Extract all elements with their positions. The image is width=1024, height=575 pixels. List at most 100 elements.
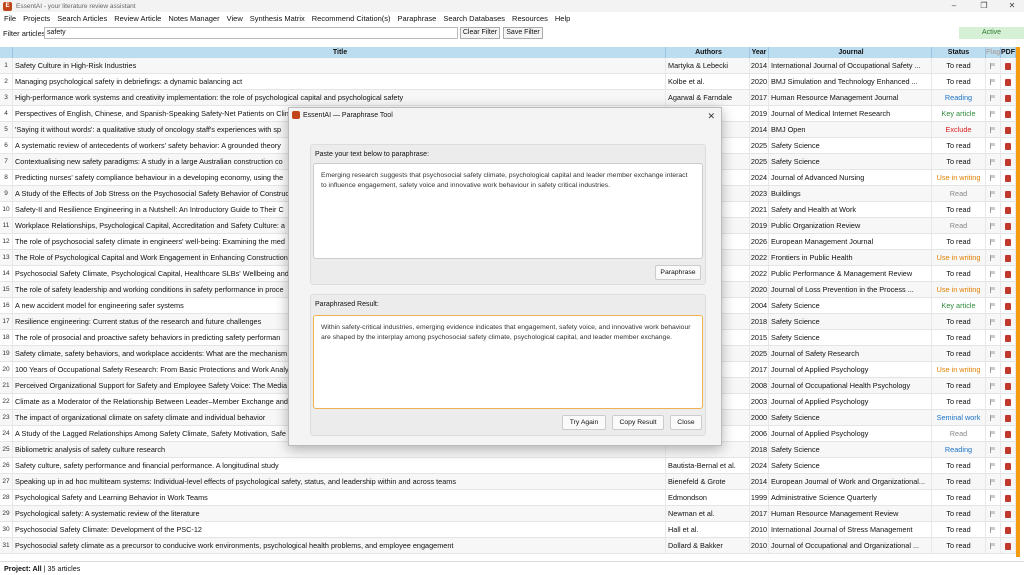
row-flag[interactable] bbox=[986, 506, 1001, 521]
row-pdf[interactable] bbox=[1001, 506, 1016, 521]
row-pdf[interactable] bbox=[1001, 474, 1016, 489]
row-status[interactable]: To read bbox=[932, 234, 986, 249]
row-flag[interactable] bbox=[986, 282, 1001, 297]
row-pdf[interactable] bbox=[1001, 154, 1016, 169]
row-pdf[interactable] bbox=[1001, 250, 1016, 265]
row-status[interactable]: To read bbox=[932, 202, 986, 217]
row-flag[interactable] bbox=[986, 314, 1001, 329]
header-authors[interactable]: Authors bbox=[666, 47, 750, 58]
row-flag[interactable] bbox=[986, 234, 1001, 249]
table-row[interactable]: 30 Psychosocial Safety Climate: Developme… bbox=[0, 522, 1016, 538]
table-row[interactable]: 27 Speaking up in ad hoc multiteam system… bbox=[0, 474, 1016, 490]
row-status[interactable]: Use in writing bbox=[932, 170, 986, 185]
table-row[interactable]: 31 Psychosocial safety climate as a precu… bbox=[0, 538, 1016, 554]
save-filter-button[interactable]: Save Filter bbox=[503, 27, 543, 39]
row-flag[interactable] bbox=[986, 58, 1001, 73]
menu-item-projects[interactable]: Projects bbox=[23, 14, 50, 23]
row-pdf[interactable] bbox=[1001, 442, 1016, 457]
table-row[interactable]: 26 Safety culture, safety performance and… bbox=[0, 458, 1016, 474]
row-flag[interactable] bbox=[986, 442, 1001, 457]
row-status[interactable]: Key article bbox=[932, 298, 986, 313]
minimize-icon[interactable]: – bbox=[944, 0, 964, 12]
row-status[interactable]: To read bbox=[932, 58, 986, 73]
result-textarea[interactable]: Within safety-critical industries, emerg… bbox=[313, 315, 703, 409]
row-pdf[interactable] bbox=[1001, 90, 1016, 105]
row-pdf[interactable] bbox=[1001, 58, 1016, 73]
row-pdf[interactable] bbox=[1001, 538, 1016, 553]
row-flag[interactable] bbox=[986, 138, 1001, 153]
row-pdf[interactable] bbox=[1001, 346, 1016, 361]
row-status[interactable]: Exclude bbox=[932, 122, 986, 137]
row-status[interactable]: Read bbox=[932, 426, 986, 441]
row-pdf[interactable] bbox=[1001, 314, 1016, 329]
row-status[interactable]: Key article bbox=[932, 106, 986, 121]
row-status[interactable]: Use in writing bbox=[932, 250, 986, 265]
row-pdf[interactable] bbox=[1001, 378, 1016, 393]
row-flag[interactable] bbox=[986, 154, 1001, 169]
row-flag[interactable] bbox=[986, 426, 1001, 441]
header-title[interactable]: Title bbox=[13, 47, 666, 58]
menu-item-notes-manager[interactable]: Notes Manager bbox=[168, 14, 219, 23]
row-pdf[interactable] bbox=[1001, 106, 1016, 121]
paraphrase-button[interactable]: Paraphrase bbox=[655, 265, 701, 280]
row-status[interactable]: Use in writing bbox=[932, 282, 986, 297]
menu-item-search-articles[interactable]: Search Articles bbox=[57, 14, 107, 23]
row-status[interactable]: To read bbox=[932, 522, 986, 537]
row-status[interactable]: To read bbox=[932, 74, 986, 89]
row-pdf[interactable] bbox=[1001, 138, 1016, 153]
row-flag[interactable] bbox=[986, 410, 1001, 425]
menu-item-search-databases[interactable]: Search Databases bbox=[443, 14, 505, 23]
row-status[interactable]: Seminal work bbox=[932, 410, 986, 425]
row-status[interactable]: To read bbox=[932, 314, 986, 329]
row-status[interactable]: Use in writing bbox=[932, 362, 986, 377]
row-status[interactable]: To read bbox=[932, 330, 986, 345]
row-pdf[interactable] bbox=[1001, 282, 1016, 297]
row-flag[interactable] bbox=[986, 202, 1001, 217]
table-row[interactable]: 28 Psychological Safety and Learning Beha… bbox=[0, 490, 1016, 506]
row-status[interactable]: Reading bbox=[932, 442, 986, 457]
header-year[interactable]: Year bbox=[750, 47, 769, 58]
row-status[interactable]: To read bbox=[932, 266, 986, 281]
row-status[interactable]: To read bbox=[932, 474, 986, 489]
menu-item-review-article[interactable]: Review Article bbox=[114, 14, 161, 23]
header-status[interactable]: Status bbox=[932, 47, 986, 58]
row-status[interactable]: Reading bbox=[932, 90, 986, 105]
table-row[interactable]: 29 Psychological safety: A systematic rev… bbox=[0, 506, 1016, 522]
row-status[interactable]: To read bbox=[932, 506, 986, 521]
row-flag[interactable] bbox=[986, 170, 1001, 185]
menu-item-paraphrase[interactable]: Paraphrase bbox=[398, 14, 437, 23]
row-flag[interactable] bbox=[986, 378, 1001, 393]
row-status[interactable]: To read bbox=[932, 154, 986, 169]
row-flag[interactable] bbox=[986, 330, 1001, 345]
menu-item-view[interactable]: View bbox=[227, 14, 243, 23]
row-pdf[interactable] bbox=[1001, 170, 1016, 185]
row-status[interactable]: To read bbox=[932, 458, 986, 473]
row-status[interactable]: To read bbox=[932, 394, 986, 409]
row-pdf[interactable] bbox=[1001, 186, 1016, 201]
header-flag[interactable]: Flag bbox=[986, 47, 1001, 58]
row-pdf[interactable] bbox=[1001, 410, 1016, 425]
close-window-icon[interactable]: ✕ bbox=[1002, 0, 1022, 12]
dialog-close-icon[interactable]: ✕ bbox=[707, 108, 715, 124]
row-pdf[interactable] bbox=[1001, 234, 1016, 249]
row-flag[interactable] bbox=[986, 186, 1001, 201]
row-status[interactable]: To read bbox=[932, 346, 986, 361]
menu-item-file[interactable]: File bbox=[4, 14, 16, 23]
row-pdf[interactable] bbox=[1001, 266, 1016, 281]
row-flag[interactable] bbox=[986, 522, 1001, 537]
row-flag[interactable] bbox=[986, 298, 1001, 313]
row-flag[interactable] bbox=[986, 362, 1001, 377]
try-again-button[interactable]: Try Again bbox=[562, 415, 606, 430]
header-journal[interactable]: Journal bbox=[769, 47, 932, 58]
header-pdf[interactable]: PDF bbox=[1001, 47, 1016, 58]
clear-filter-button[interactable]: Clear Filter bbox=[460, 27, 500, 39]
row-flag[interactable] bbox=[986, 250, 1001, 265]
table-row[interactable]: 3 High-performance work systems and creat… bbox=[0, 90, 1016, 106]
row-pdf[interactable] bbox=[1001, 298, 1016, 313]
copy-result-button[interactable]: Copy Result bbox=[612, 415, 664, 430]
menu-item-help[interactable]: Help bbox=[555, 14, 570, 23]
row-pdf[interactable] bbox=[1001, 458, 1016, 473]
row-flag[interactable] bbox=[986, 90, 1001, 105]
row-pdf[interactable] bbox=[1001, 74, 1016, 89]
table-row[interactable]: 2 Managing psychological safety in debrie… bbox=[0, 74, 1016, 90]
